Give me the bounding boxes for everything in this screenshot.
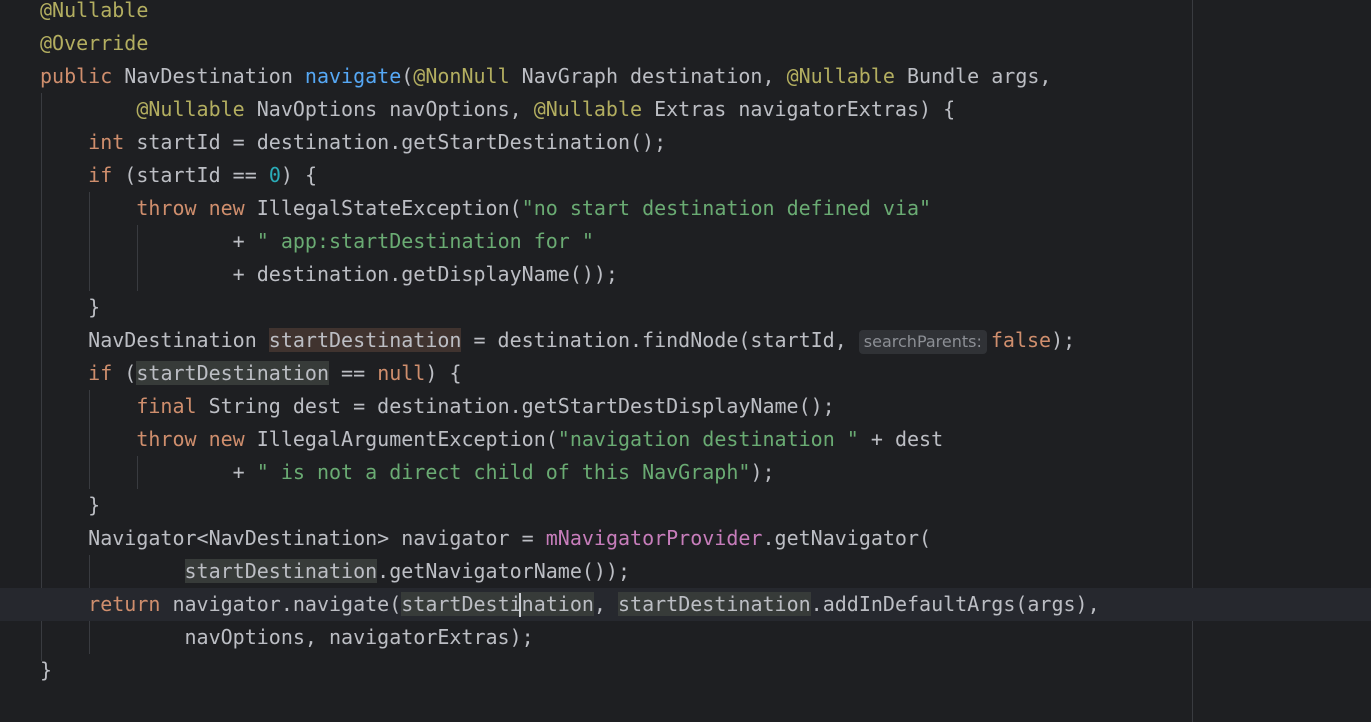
code-line[interactable]: + destination.getDisplayName()); — [40, 258, 618, 291]
code-line[interactable]: int startId = destination.getStartDestin… — [40, 126, 666, 159]
code-text: + destination.getDisplayName()); — [40, 262, 618, 286]
annotation: @Override — [40, 31, 149, 55]
code-text: startId = destination.getStartDestinatio… — [124, 130, 667, 154]
code-text: , — [593, 592, 618, 616]
string-literal: " is not a direct child of this NavGraph… — [256, 460, 751, 484]
keyword: false — [990, 328, 1052, 352]
code-text: ( — [401, 64, 414, 88]
code-text: NavDestination — [112, 64, 305, 88]
code-text: NavGraph destination, — [509, 64, 787, 88]
string-literal: " app:startDestination for " — [256, 229, 594, 253]
code-text: + — [40, 229, 257, 253]
annotation: @Nullable — [786, 64, 895, 88]
keyword: null — [377, 361, 426, 385]
code-text: navOptions, navigatorExtras); — [40, 625, 534, 649]
code-text: } — [40, 493, 101, 517]
code-line[interactable]: if (startId == 0) { — [40, 159, 317, 192]
code-text: .addInDefaultArgs(args), — [810, 592, 1100, 616]
code-line[interactable]: Navigator<NavDestination> navigator = mN… — [40, 522, 931, 555]
symbol-highlight-read[interactable]: startDestination — [618, 592, 811, 616]
number-literal: 0 — [268, 163, 281, 187]
keyword: public — [40, 64, 113, 88]
code-text: navigator.navigate( — [160, 592, 402, 616]
code-editor[interactable]: @Nullable @Override public NavDestinatio… — [0, 0, 1371, 722]
annotation: @Nullable — [40, 0, 149, 22]
code-text: } — [40, 295, 101, 319]
code-line[interactable]: throw new IllegalArgumentException("navi… — [40, 423, 943, 456]
code-text: ); — [750, 460, 775, 484]
code-line[interactable]: public NavDestination navigate(@NonNull … — [40, 60, 1051, 93]
annotation: @Nullable — [533, 97, 643, 121]
code-line[interactable]: startDestination.getNavigatorName()); — [40, 555, 630, 588]
code-text: Extras navigatorExtras) { — [642, 97, 956, 121]
code-line[interactable]: } — [40, 291, 100, 324]
symbol-highlight-read[interactable]: startDestination — [136, 361, 330, 385]
code-text: String dest = destination.getStartDestDi… — [196, 394, 835, 418]
code-line[interactable]: } — [40, 489, 100, 522]
annotation: @Nullable — [136, 97, 245, 121]
keyword: if — [88, 361, 113, 385]
code-text: + — [40, 460, 257, 484]
code-line[interactable]: if (startDestination == null) { — [40, 357, 461, 390]
code-text: IllegalArgumentException( — [244, 427, 558, 451]
code-text: ( — [112, 361, 137, 385]
code-line[interactable]: final String dest = destination.getStart… — [40, 390, 835, 423]
keyword: int — [88, 130, 125, 154]
code-text: ) { — [425, 361, 462, 385]
field-reference: mNavigatorProvider — [545, 526, 763, 550]
symbol-highlight-read[interactable]: startDestination — [184, 559, 378, 583]
code-line[interactable]: @Nullable NavOptions navOptions, @Nullab… — [40, 93, 955, 126]
annotation: @NonNull — [413, 64, 510, 88]
code-text: ) { — [280, 163, 317, 187]
code-line[interactable]: navOptions, navigatorExtras); — [40, 621, 534, 654]
symbol-highlight-write[interactable]: startDestination — [268, 328, 462, 352]
keyword: new — [208, 427, 245, 451]
code-text: Bundle args, — [894, 64, 1052, 88]
code-line[interactable]: + " app:startDestination for " — [40, 225, 594, 258]
code-line[interactable]: } — [40, 654, 52, 687]
string-literal: "no start destination defined via" — [521, 196, 932, 220]
keyword: throw — [136, 196, 197, 220]
string-literal: "navigation destination " — [557, 427, 859, 451]
code-text: (startId == — [112, 163, 269, 187]
code-text: IllegalStateException( — [244, 196, 522, 220]
code-text: NavDestination — [40, 328, 269, 352]
keyword: throw — [136, 427, 197, 451]
keyword: final — [136, 394, 197, 418]
code-text: NavOptions navOptions, — [244, 97, 534, 121]
parameter-name-hint: searchParents: — [858, 330, 987, 354]
text-caret — [519, 593, 521, 617]
code-text: Navigator<NavDestination> navigator = — [40, 526, 546, 550]
keyword: return — [88, 592, 161, 616]
code-line-current[interactable]: return navigator.navigate(startDestinati… — [40, 588, 1100, 621]
code-line[interactable]: throw new IllegalStateException("no star… — [40, 192, 931, 225]
code-line[interactable]: NavDestination startDestination = destin… — [40, 324, 1075, 357]
code-text: == — [329, 361, 378, 385]
method-declaration: navigate — [304, 64, 402, 88]
code-text: ); — [1051, 328, 1076, 352]
code-text: + dest — [858, 427, 944, 451]
code-text: .getNavigator( — [762, 526, 932, 550]
code-text: = destination.findNode(startId, — [461, 328, 859, 352]
code-line[interactable]: @Nullable — [40, 0, 148, 27]
keyword: if — [88, 163, 113, 187]
code-line[interactable]: @Override — [40, 27, 148, 60]
code-text: } — [40, 658, 53, 682]
keyword: new — [208, 196, 245, 220]
code-line[interactable]: + " is not a direct child of this NavGra… — [40, 456, 775, 489]
code-text: .getNavigatorName()); — [377, 559, 631, 583]
symbol-highlight-read[interactable]: startDestination — [401, 592, 594, 616]
